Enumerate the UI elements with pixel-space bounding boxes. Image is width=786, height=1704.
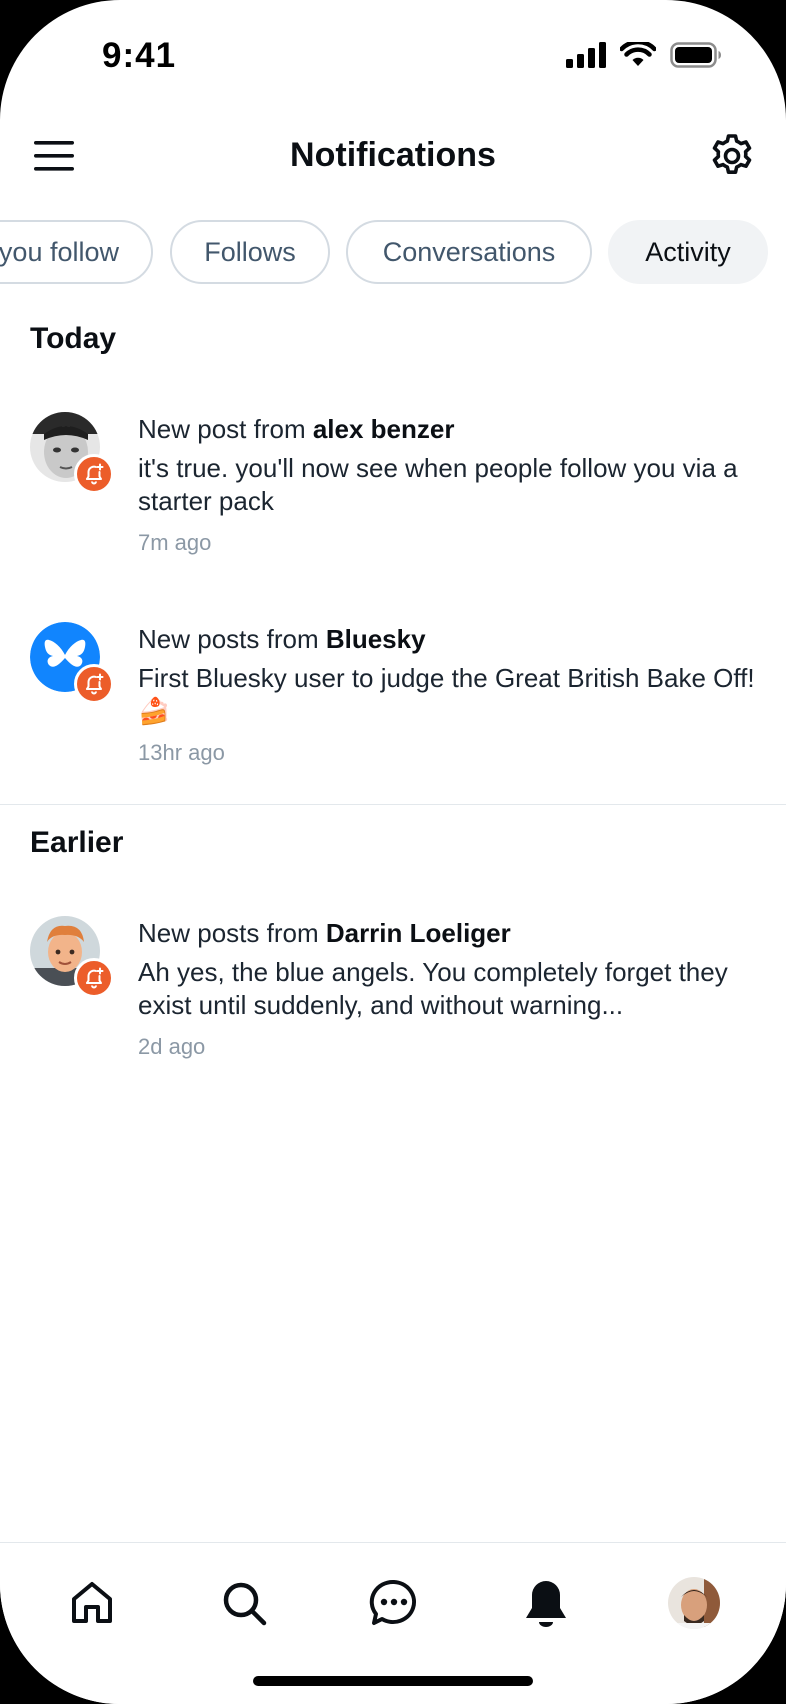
bell-plus-badge-icon [74,454,114,494]
battery-icon [670,42,721,68]
tab-follows[interactable]: Follows [170,220,330,284]
avatar-wrap [30,412,114,494]
nav-profile[interactable] [666,1575,722,1631]
headline-prefix: New post from [138,414,313,444]
notification-body: First Bluesky user to judge the Great Br… [138,663,755,726]
headline-prefix: New posts from [138,624,326,654]
notification-body: Ah yes, the blue angels. You completely … [138,957,728,1020]
author-name[interactable]: alex benzer [313,414,455,444]
bottom-nav [0,1542,786,1704]
nav-chat[interactable] [366,1575,422,1631]
tab-activity[interactable]: Activity [608,220,768,284]
avatar-wrap [30,622,114,704]
nav-home[interactable] [64,1575,120,1631]
profile-avatar [668,1577,720,1629]
phone-screen: 9:41 Notifications you follow Follows Co… [0,0,786,1704]
status-icons [566,42,722,68]
nav-search[interactable] [216,1575,272,1631]
wifi-icon [620,42,656,66]
bell-icon [526,1581,566,1627]
section-title-earlier: Earlier [30,826,124,859]
home-icon [72,1582,112,1623]
page-title: Notifications [290,136,496,174]
settings-button[interactable] [708,132,756,180]
notification-content: New posts from Darrin Loeliger Ah yes, t… [138,916,756,1060]
section-title-today: Today [30,322,117,355]
home-indicator [253,1676,533,1686]
chat-icon [369,1579,417,1625]
timestamp: 13hr ago [138,740,225,765]
notification-content: New post from alex benzer it's true. you… [138,412,756,556]
avatar-wrap [30,916,114,998]
notification-item[interactable]: New posts from Bluesky First Bluesky use… [30,622,756,772]
timestamp: 2d ago [138,1034,206,1059]
bell-plus-badge-icon [74,958,114,998]
tab-you-follow[interactable]: you follow [0,220,153,284]
notification-content: New posts from Bluesky First Bluesky use… [138,622,756,766]
notification-headline: New posts from Darrin Loeliger [138,916,756,950]
notification-headline: New posts from Bluesky [138,622,756,656]
tab-conversations[interactable]: Conversations [346,220,592,284]
gear-icon [712,134,752,174]
bell-plus-badge-icon [74,664,114,704]
author-name[interactable]: Bluesky [326,624,426,654]
notification-item[interactable]: New posts from Darrin Loeliger Ah yes, t… [30,916,756,1066]
notification-headline: New post from alex benzer [138,412,756,446]
status-bar: 9:41 [0,0,786,110]
notification-body: it's true. you'll now see when people fo… [138,453,738,516]
nav-notifications[interactable] [518,1575,574,1631]
headline-prefix: New posts from [138,918,326,948]
header: Notifications [0,110,786,206]
filter-tabs: you follow Follows Conversations Activit… [0,220,786,284]
author-name[interactable]: Darrin Loeliger [326,918,511,948]
timestamp: 7m ago [138,530,212,555]
notification-item[interactable]: New post from alex benzer it's true. you… [30,412,756,562]
section-divider [0,804,786,805]
status-time: 9:41 [102,36,177,75]
cellular-signal-icon [566,42,606,68]
search-icon [223,1582,267,1626]
